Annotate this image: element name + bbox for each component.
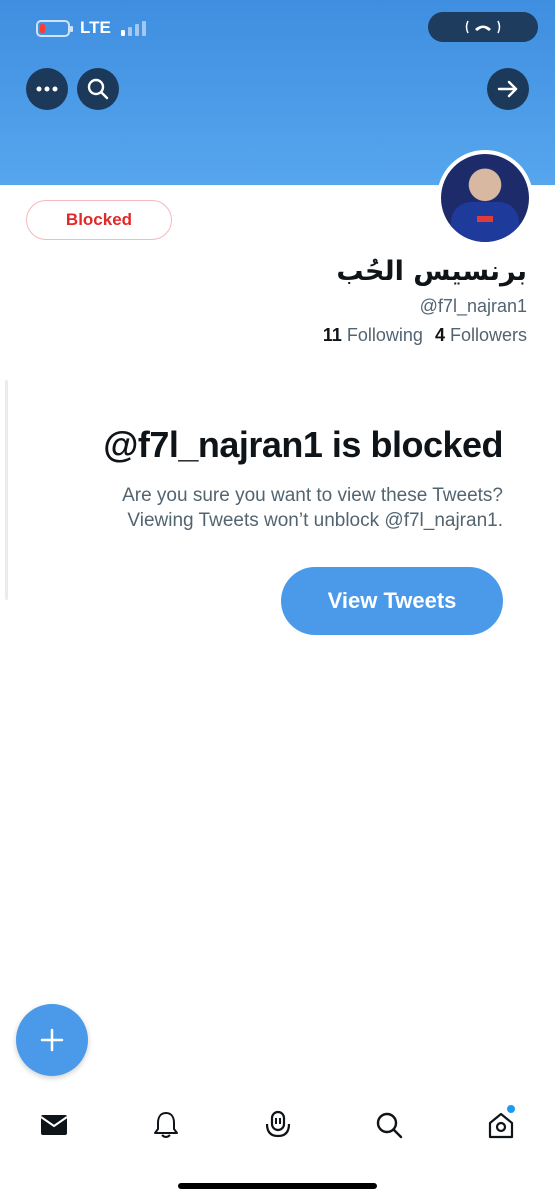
blocked-description: Are you sure you want to view these Twee…	[43, 483, 503, 533]
blocked-button[interactable]: Blocked	[26, 200, 172, 240]
signal-icon	[120, 20, 146, 36]
battery-icon	[36, 19, 73, 37]
profile-avatar[interactable]	[437, 150, 533, 246]
profile-handle: @f7l_najran1	[419, 296, 527, 316]
search-icon	[87, 78, 109, 100]
blocked-description-line1: Are you sure you want to view these Twee…	[122, 485, 503, 506]
tab-home[interactable]	[479, 1103, 523, 1147]
more-dots-icon	[36, 86, 58, 92]
compose-button[interactable]	[16, 1004, 88, 1076]
display-name: برنسيس الحُب	[336, 256, 527, 287]
forward-button[interactable]	[487, 68, 529, 110]
following-link[interactable]: 11 Following	[323, 325, 423, 346]
avatar-photo	[441, 154, 529, 242]
status-bar: LTE	[36, 18, 146, 38]
phone-icon	[465, 20, 501, 34]
search-icon	[377, 1112, 403, 1139]
bottom-tab-bar	[0, 1090, 555, 1160]
home-indicator[interactable]	[178, 1183, 377, 1189]
scroll-indicator	[5, 380, 8, 600]
tab-spaces[interactable]	[256, 1103, 300, 1147]
tab-search[interactable]	[367, 1103, 411, 1147]
followers-link[interactable]: 4 Followers	[435, 325, 527, 346]
view-tweets-button[interactable]: View Tweets	[281, 567, 503, 635]
follow-stats: 11 Following 4 Followers	[323, 325, 527, 346]
bell-icon	[153, 1112, 178, 1138]
header-search-button[interactable]	[77, 68, 119, 110]
blocked-description-line2: Viewing Tweets won’t unblock @f7l_najran…	[127, 510, 503, 531]
plus-icon	[40, 1028, 64, 1052]
home-icon	[488, 1112, 514, 1139]
tab-messages[interactable]	[32, 1103, 76, 1147]
call-pill[interactable]	[428, 12, 538, 42]
mail-icon	[40, 1115, 68, 1135]
notification-dot	[507, 1105, 515, 1113]
network-label: LTE	[80, 18, 111, 37]
more-button[interactable]	[26, 68, 68, 110]
blocked-title: @f7l_najran1 is blocked	[103, 424, 503, 465]
arrow-right-icon	[497, 80, 518, 98]
tab-notifications[interactable]	[144, 1103, 188, 1147]
spaces-icon	[265, 1110, 290, 1138]
